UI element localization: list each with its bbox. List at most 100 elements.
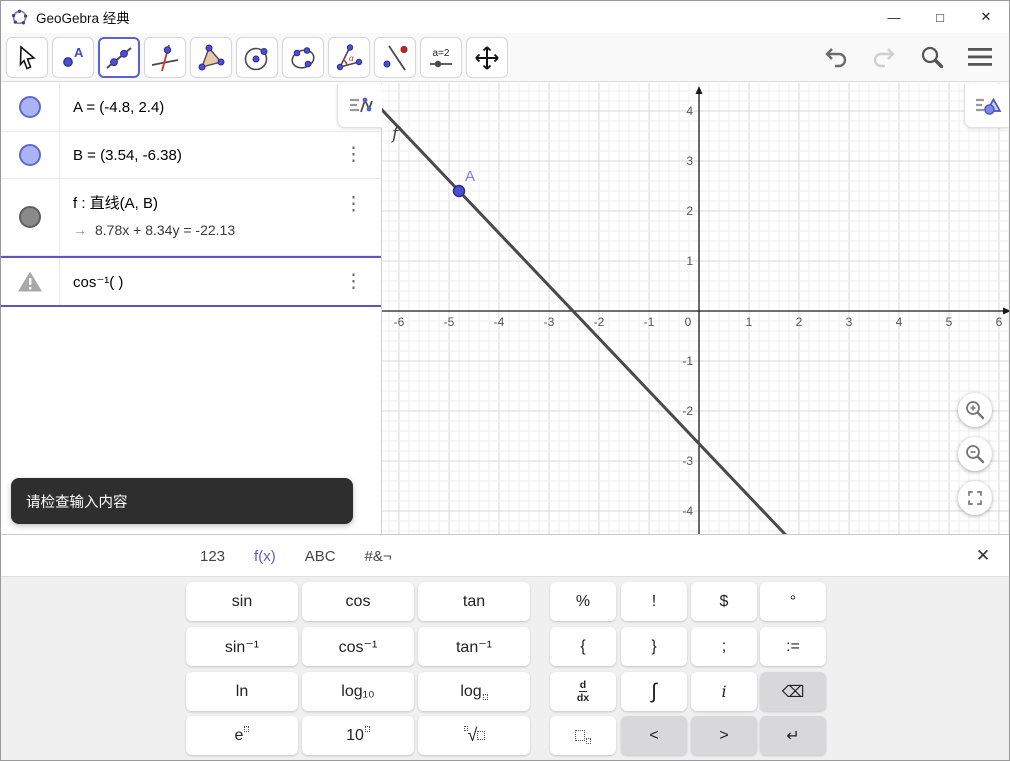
tool-slider[interactable]: a=2 bbox=[420, 37, 462, 78]
point-icon: A bbox=[63, 45, 84, 67]
svg-text:1: 1 bbox=[686, 254, 693, 268]
key-tan-inverse[interactable]: tan⁻¹ bbox=[418, 627, 530, 666]
key-cursor-left[interactable]: < bbox=[621, 716, 687, 755]
tool-polygon[interactable] bbox=[190, 37, 232, 78]
circle-blue-icon bbox=[19, 96, 41, 118]
row-menu-button[interactable]: ⋮ bbox=[338, 193, 369, 216]
key-ln[interactable]: ln bbox=[186, 672, 298, 711]
zoom-in-button[interactable] bbox=[958, 393, 992, 427]
keyboard-tab-123[interactable]: 123 bbox=[200, 548, 225, 565]
svg-text:-3: -3 bbox=[682, 454, 693, 468]
key-enter[interactable]: ↵ bbox=[760, 716, 826, 755]
key-dollar[interactable]: $ bbox=[691, 582, 757, 621]
algebra-row-input[interactable]: cos⁻¹( ) ⋮ bbox=[1, 256, 381, 307]
fullscreen-button[interactable] bbox=[958, 481, 992, 515]
tool-point[interactable]: A bbox=[52, 37, 94, 78]
tool-reflect-about-line[interactable] bbox=[374, 37, 416, 78]
key-assign[interactable]: := bbox=[760, 627, 826, 666]
title-bar: GeoGebra 经典 — □ ✕ bbox=[1, 1, 1009, 33]
algebra-expression: f : 直线(A, B) bbox=[73, 195, 159, 212]
key-integral[interactable]: ∫ bbox=[621, 672, 687, 711]
warning-icon bbox=[18, 271, 42, 292]
svg-text:-2: -2 bbox=[594, 315, 605, 329]
menu-button[interactable] bbox=[963, 39, 997, 75]
key-derivative[interactable]: d dx bbox=[550, 672, 616, 711]
move-graphics-view-icon bbox=[475, 45, 499, 70]
key-brace-close[interactable]: } bbox=[621, 627, 687, 666]
key-degree[interactable]: ° bbox=[760, 582, 826, 621]
key-ten-power[interactable]: 10 bbox=[302, 716, 414, 755]
key-backspace[interactable]: ⌫ bbox=[760, 672, 826, 711]
visibility-toggle[interactable] bbox=[1, 83, 60, 131]
key-e-power[interactable]: e bbox=[186, 716, 298, 755]
svg-text:6: 6 bbox=[996, 315, 1003, 329]
tool-circle-center-point[interactable] bbox=[236, 37, 278, 78]
key-imaginary-i[interactable]: i bbox=[691, 672, 757, 711]
algebra-row-A[interactable]: A = (-4.8, 2.4) bbox=[1, 83, 381, 132]
fullscreen-icon bbox=[968, 491, 982, 505]
tool-move[interactable] bbox=[6, 37, 48, 78]
key-log-base[interactable]: log bbox=[418, 672, 530, 711]
point-A[interactable] bbox=[452, 184, 466, 198]
keyboard-tab-fx[interactable]: f(x) bbox=[254, 548, 276, 565]
algebra-row-B[interactable]: B = (3.54, -6.38) ⋮ bbox=[1, 132, 381, 179]
tool-perpendicular-line[interactable] bbox=[144, 37, 186, 78]
line-icon bbox=[106, 46, 132, 69]
visibility-toggle[interactable] bbox=[1, 258, 60, 305]
keyboard-tab-abc[interactable]: ABC bbox=[305, 548, 336, 565]
tool-conic[interactable] bbox=[282, 37, 324, 78]
key-factorial[interactable]: ! bbox=[621, 582, 687, 621]
svg-text:3: 3 bbox=[686, 154, 693, 168]
algebra-stylebar-icon bbox=[350, 97, 373, 112]
reflect-about-line-icon bbox=[383, 45, 408, 70]
redo-button[interactable] bbox=[867, 39, 901, 75]
key-subscript[interactable] bbox=[550, 716, 616, 755]
algebra-expression: cos⁻¹( ) bbox=[73, 273, 124, 291]
tool-angle[interactable]: α bbox=[328, 37, 370, 78]
key-nth-root[interactable]: √ bbox=[418, 716, 530, 755]
key-semicolon[interactable]: ; bbox=[691, 627, 757, 666]
keyboard-close-button[interactable]: ✕ bbox=[969, 542, 997, 570]
search-button[interactable] bbox=[915, 39, 949, 75]
algebra-row-f[interactable]: f : 直线(A, B) → 8.78x + 8.34y = -22.13 ⋮ bbox=[1, 179, 381, 256]
svg-text:3: 3 bbox=[846, 315, 853, 329]
tool-line[interactable] bbox=[98, 37, 140, 78]
row-menu-button[interactable]: ⋮ bbox=[338, 144, 369, 167]
search-icon bbox=[921, 46, 944, 69]
graph-canvas[interactable]: -6 -5 -4 -3 -2 -1 0 1 2 3 4 5 64321-1-2-3-4fA bbox=[332, 57, 1010, 760]
close-button[interactable]: ✕ bbox=[963, 1, 1009, 33]
undo-button[interactable] bbox=[819, 39, 853, 75]
visibility-toggle[interactable] bbox=[1, 179, 60, 255]
algebra-view: A = (-4.8, 2.4) B = (3.54, -6.38) ⋮ f : 直线(… bbox=[1, 83, 382, 534]
graphics-stylebar-button[interactable] bbox=[964, 84, 1009, 128]
key-log10[interactable]: log₁₀ bbox=[302, 672, 414, 711]
menu-icon bbox=[968, 48, 992, 66]
algebra-stylebar-button[interactable] bbox=[337, 84, 382, 128]
zoom-in-icon bbox=[966, 401, 985, 420]
virtual-keyboard: 123 f(x) ABC #&¬ ✕ sin cos tan sin⁻¹ cos⁻¹ tan⁻¹… bbox=[1, 534, 1009, 760]
circle-gray-icon bbox=[19, 206, 41, 228]
key-cos[interactable]: cos bbox=[302, 582, 414, 621]
zoom-out-button[interactable] bbox=[958, 437, 992, 471]
key-sin[interactable]: sin bbox=[186, 582, 298, 621]
key-tan[interactable]: tan bbox=[418, 582, 530, 621]
geogebra-window: GeoGebra 经典 — □ ✕ Aα a=2 A = (-4.8, 2.4)… bbox=[0, 0, 1010, 761]
error-toast: 请检查输入内容 bbox=[11, 478, 353, 524]
tool-move-graphics-view[interactable] bbox=[466, 37, 508, 78]
svg-text:1: 1 bbox=[746, 315, 753, 329]
key-cos-inverse[interactable]: cos⁻¹ bbox=[302, 627, 414, 666]
svg-text:-4: -4 bbox=[494, 315, 505, 329]
key-sin-inverse[interactable]: sin⁻¹ bbox=[186, 627, 298, 666]
row-menu-button[interactable]: ⋮ bbox=[338, 270, 369, 293]
key-cursor-right[interactable]: > bbox=[691, 716, 757, 755]
visibility-toggle[interactable] bbox=[1, 132, 60, 178]
minimize-button[interactable]: — bbox=[871, 1, 917, 33]
key-brace-open[interactable]: { bbox=[550, 627, 616, 666]
svg-text:A: A bbox=[74, 45, 84, 60]
graphics-view[interactable]: -6 -5 -4 -3 -2 -1 0 1 2 3 4 5 6 4 3 2 1 -1 -2 -3 -4 f A bbox=[332, 57, 1010, 760]
move-icon bbox=[19, 44, 36, 70]
keyboard-tab-[interactable]: #&¬ bbox=[365, 548, 392, 565]
key-percent[interactable]: % bbox=[550, 582, 616, 621]
svg-text:α: α bbox=[349, 54, 354, 63]
maximize-button[interactable]: □ bbox=[917, 1, 963, 33]
